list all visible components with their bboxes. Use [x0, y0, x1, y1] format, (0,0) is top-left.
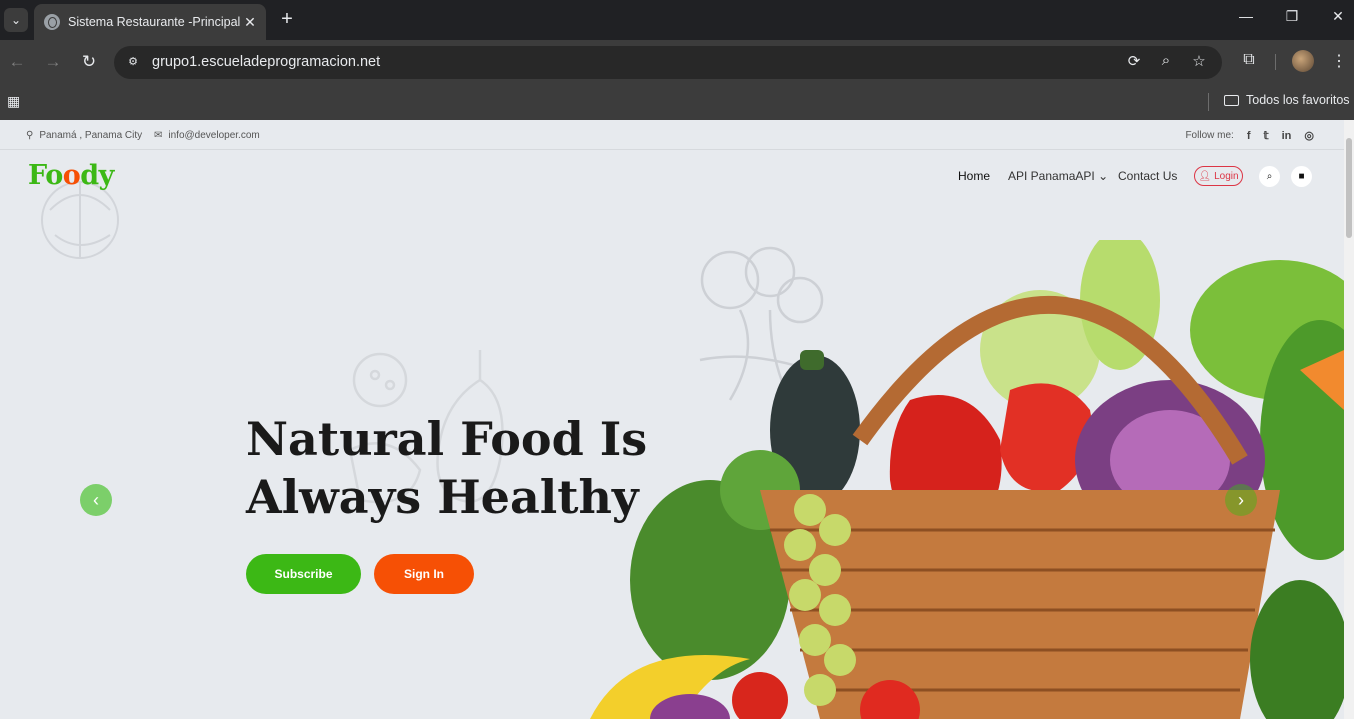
- signin-button[interactable]: Sign In: [374, 554, 474, 594]
- hero-headline-line2: Always Healthy: [246, 470, 639, 524]
- toolbar-divider: [1275, 54, 1276, 70]
- folder-icon: [1224, 94, 1239, 106]
- menu-kebab-icon[interactable]: ⋮: [1328, 51, 1350, 71]
- logo-letter-o: o: [45, 160, 63, 191]
- logo-letter-o-orange: o: [62, 160, 81, 191]
- bookmark-star-icon[interactable]: ☆: [1188, 52, 1210, 70]
- hero-headline: Natural Food Is Always Healthy: [246, 410, 666, 526]
- translate-icon[interactable]: ⟳: [1123, 52, 1145, 70]
- email-text: info@developer.com: [168, 130, 260, 141]
- site-logo[interactable]: Foody: [28, 160, 114, 191]
- zoom-icon[interactable]: ⌕: [1155, 52, 1177, 69]
- url-text: grupo1.escueladeprogramacion.net: [152, 54, 381, 70]
- chevron-down-icon: ⌄: [1098, 169, 1109, 183]
- search-button[interactable]: ⌕: [1259, 166, 1280, 187]
- follow-label: Follow me:: [1185, 130, 1234, 141]
- carousel-next-button[interactable]: ›: [1225, 484, 1257, 516]
- restore-icon[interactable]: ❐: [1272, 8, 1312, 25]
- search-icon: ⌕: [1266, 171, 1273, 182]
- bookmarks-bar: ▦ Todos los favoritos: [0, 84, 1354, 120]
- globe-icon: [44, 14, 60, 30]
- linkedin-icon[interactable]: in: [1282, 130, 1292, 142]
- facebook-icon[interactable]: f: [1247, 130, 1251, 142]
- apps-grid-icon[interactable]: ▦: [7, 93, 20, 110]
- login-button[interactable]: 👤︎ Login: [1194, 166, 1243, 186]
- web-page: ⚲ Panamá , Panama City ✉ info@developer.…: [0, 120, 1344, 719]
- close-tab-icon[interactable]: ✕: [242, 14, 258, 31]
- social-links: Follow me: f 𝕥 in ◎: [1185, 129, 1314, 143]
- new-tab-icon[interactable]: +: [276, 8, 298, 30]
- minimize-icon[interactable]: —: [1226, 8, 1266, 24]
- tab-search-icon[interactable]: ⌄: [4, 8, 28, 32]
- all-bookmarks-button[interactable]: Todos los favoritos: [1224, 93, 1350, 107]
- nav-api-label: API PanamaAPI: [1008, 169, 1095, 183]
- page-scrollbar[interactable]: [1344, 120, 1354, 719]
- back-icon[interactable]: ←: [5, 50, 29, 74]
- logo-letter-f: F: [28, 160, 46, 191]
- cart-button[interactable]: ■: [1291, 166, 1312, 187]
- close-window-icon[interactable]: ✕: [1318, 8, 1354, 25]
- hero-vegetable-basket-image: [590, 240, 1344, 719]
- scrollbar-thumb[interactable]: [1346, 138, 1352, 238]
- twitter-icon[interactable]: 𝕥: [1263, 129, 1268, 142]
- instagram-icon[interactable]: ◎: [1304, 129, 1314, 142]
- contact-topbar: ⚲ Panamá , Panama City ✉ info@developer.…: [0, 120, 1344, 150]
- location-text: Panamá , Panama City: [39, 130, 143, 141]
- nav-api-dropdown[interactable]: API PanamaAPI ⌄: [1008, 169, 1108, 183]
- profile-avatar[interactable]: [1292, 50, 1314, 72]
- logo-letters-dy: dy: [80, 160, 114, 191]
- chevron-right-icon: ›: [1238, 489, 1244, 510]
- envelope-icon: ✉: [154, 130, 163, 141]
- location-info: ⚲ Panamá , Panama City: [26, 130, 142, 141]
- nav-home[interactable]: Home: [958, 169, 990, 183]
- carousel-prev-button[interactable]: ‹: [80, 484, 112, 516]
- reload-icon[interactable]: ↻: [77, 50, 101, 74]
- extensions-icon[interactable]: ⧉: [1238, 51, 1260, 69]
- subscribe-button[interactable]: Subscribe: [246, 554, 361, 594]
- forward-icon[interactable]: →: [41, 50, 65, 74]
- all-bookmarks-label: Todos los favoritos: [1246, 93, 1350, 107]
- browser-tab-bar: ⌄ Sistema Restaurante -Principal ✕ + — ❐…: [0, 0, 1354, 40]
- shopping-bag-icon: ■: [1298, 171, 1305, 182]
- tab-title: Sistema Restaurante -Principal: [68, 15, 241, 29]
- site-info-icon[interactable]: ⚙: [122, 51, 144, 73]
- nav-contact[interactable]: Contact Us: [1118, 169, 1177, 183]
- chevron-left-icon: ‹: [93, 489, 99, 510]
- user-icon: 👤︎: [1198, 170, 1212, 182]
- browser-tab[interactable]: Sistema Restaurante -Principal ✕: [34, 4, 266, 40]
- address-bar[interactable]: ⚙ grupo1.escueladeprogramacion.net ⟳ ⌕ ☆: [114, 46, 1222, 79]
- map-marker-icon: ⚲: [26, 130, 34, 141]
- bookmarks-divider: [1208, 93, 1209, 111]
- email-info: ✉ info@developer.com: [154, 130, 260, 141]
- login-label: Login: [1214, 170, 1239, 182]
- hero-headline-line1: Natural Food Is: [246, 412, 648, 466]
- browser-toolbar: ← → ↻ ⚙ grupo1.escueladeprogramacion.net…: [0, 40, 1354, 84]
